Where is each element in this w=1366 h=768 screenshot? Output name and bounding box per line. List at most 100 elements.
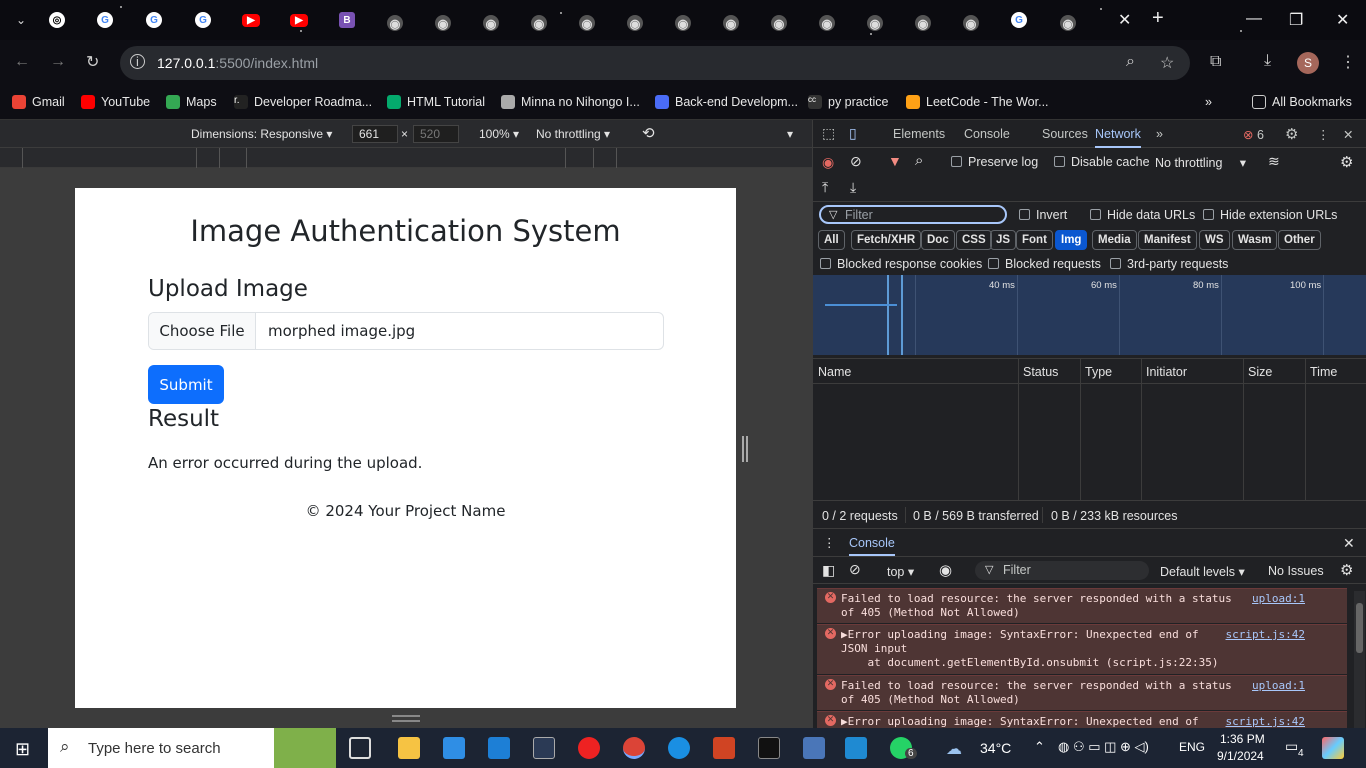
tab-youtube-1[interactable]: ▶	[240, 9, 262, 31]
type-font[interactable]: Font	[1016, 230, 1053, 250]
download-har-icon[interactable]: ⤓	[850, 179, 856, 196]
tab-elements[interactable]: Elements	[893, 127, 945, 141]
download-icon[interactable]: ⤓	[1264, 52, 1271, 70]
hide-extension-urls-checkbox[interactable]: Hide extension URLs	[1203, 208, 1337, 222]
more-tabs-icon[interactable]: »	[1156, 127, 1163, 141]
type-wasm[interactable]: Wasm	[1232, 230, 1278, 250]
tab-bootstrap[interactable]: B	[336, 9, 358, 31]
tab-google-2[interactable]: G	[143, 9, 165, 31]
tab-google-active[interactable]: G	[1008, 9, 1030, 31]
tab-github-4[interactable]: ◉	[528, 9, 550, 31]
hide-data-urls-checkbox[interactable]: Hide data URLs	[1090, 208, 1195, 222]
clock-time[interactable]: 1:36 PM	[1220, 732, 1265, 746]
taskbar-search[interactable]: ⌕ Type here to search	[48, 728, 336, 768]
type-all[interactable]: All	[818, 230, 845, 250]
console-scrollbar[interactable]	[1354, 591, 1365, 729]
invert-checkbox[interactable]: Invert	[1019, 208, 1067, 222]
inspect-icon[interactable]: ⬚	[822, 125, 835, 142]
blocked-requests-checkbox[interactable]: Blocked requests	[988, 257, 1101, 271]
tab-console[interactable]: Console	[964, 127, 1010, 141]
zoom-select[interactable]: 100% ▾	[479, 127, 519, 141]
windows-start-icon[interactable]: ⊞	[15, 739, 30, 760]
console-error-message[interactable]: ✕ Failed to load resource: the server re…	[817, 588, 1347, 623]
tab-github-2[interactable]: ◉	[432, 9, 454, 31]
tab-search-chevron-icon[interactable]: ⌄	[10, 9, 32, 31]
tab-github-9[interactable]: ◉	[768, 9, 790, 31]
tab-github-11[interactable]: ◉	[864, 9, 886, 31]
tab-google-3[interactable]: G	[192, 9, 214, 31]
address-bar[interactable]: i 127.0.0.1:5500/index.html ⌕ ☆	[120, 46, 1190, 80]
network-filter-input[interactable]: ▽ Filter	[819, 205, 1007, 224]
tab-github-12[interactable]: ◉	[912, 9, 934, 31]
console-settings-icon[interactable]: ⚙	[1340, 561, 1353, 579]
scrollbar-thumb[interactable]	[1356, 603, 1363, 653]
bookmark-html-tutorial[interactable]: HTML Tutorial	[387, 93, 485, 111]
bookmark-gmail[interactable]: Gmail	[12, 93, 65, 111]
notifications-icon[interactable]: ▭	[1285, 738, 1298, 755]
store-icon[interactable]	[443, 737, 465, 759]
network-settings-icon[interactable]: ⚙	[1340, 153, 1353, 171]
settings-gear-icon[interactable]: ⚙	[1285, 125, 1298, 143]
tab-github-6[interactable]: ◉	[624, 9, 646, 31]
col-type[interactable]: Type	[1085, 365, 1112, 379]
col-status[interactable]: Status	[1023, 365, 1058, 379]
error-counter[interactable]: ⊗ 6	[1243, 127, 1264, 142]
edge-icon[interactable]	[668, 737, 690, 759]
type-js[interactable]: JS	[990, 230, 1017, 250]
forward-icon[interactable]: →	[50, 53, 66, 71]
tab-sources[interactable]: Sources	[1042, 127, 1088, 141]
copilot-icon[interactable]	[1322, 737, 1344, 759]
bookmark-backend[interactable]: Back-end Developm...	[655, 93, 798, 111]
bookmark-star-icon[interactable]: ☆	[1160, 53, 1174, 73]
bookmark-py-practice[interactable]: cc py practice	[808, 93, 888, 111]
clock-date[interactable]: 9/1/2024	[1217, 749, 1264, 763]
back-icon[interactable]: ←	[14, 53, 30, 71]
network-overview[interactable]: 40 ms 60 ms 80 ms 100 ms	[813, 275, 1366, 355]
tab-github-10[interactable]: ◉	[816, 9, 838, 31]
height-resize-handle[interactable]	[392, 715, 420, 722]
tab-github-7[interactable]: ◉	[672, 9, 694, 31]
col-name[interactable]: Name	[818, 365, 851, 379]
tab-google-1[interactable]: G	[94, 9, 116, 31]
clear-icon[interactable]: ⊘	[850, 153, 862, 170]
error-source-link[interactable]: upload:1	[1252, 592, 1305, 606]
col-initiator[interactable]: Initiator	[1146, 365, 1187, 379]
tab-chatgpt[interactable]: ◎	[46, 9, 68, 31]
tab-github-13[interactable]: ◉	[960, 9, 982, 31]
powerpoint-icon[interactable]	[713, 737, 735, 759]
device-options-icon[interactable]: ▾	[787, 127, 793, 141]
console-filter-input[interactable]: ▽ Filter	[975, 561, 1149, 580]
console-error-message[interactable]: ✕ ▶Error uploading image: SyntaxError: U…	[817, 711, 1347, 729]
devtools-menu-icon[interactable]: ⋮	[1317, 127, 1330, 142]
more-bookmarks-icon[interactable]: »	[1205, 93, 1212, 111]
col-time[interactable]: Time	[1310, 365, 1337, 379]
bookmark-youtube[interactable]: YouTube	[81, 93, 150, 111]
app-icon[interactable]	[803, 737, 825, 759]
submit-button[interactable]: Submit	[148, 365, 224, 404]
minimize-icon[interactable]: —	[1246, 10, 1262, 28]
disable-cache-checkbox[interactable]: Disable cache	[1054, 155, 1150, 169]
blocked-cookies-checkbox[interactable]: Blocked response cookies	[820, 257, 982, 271]
error-source-link[interactable]: upload:1	[1252, 679, 1305, 693]
type-fetch-xhr[interactable]: Fetch/XHR	[851, 230, 922, 250]
tab-github-3[interactable]: ◉	[480, 9, 502, 31]
terminal-icon[interactable]	[758, 737, 780, 759]
bookmark-roadmap[interactable]: r. Developer Roadma...	[234, 93, 372, 111]
tab-github-5[interactable]: ◉	[576, 9, 598, 31]
file-explorer-icon[interactable]	[398, 737, 420, 759]
error-source-link[interactable]: script.js:42	[1226, 715, 1305, 729]
network-conditions-icon[interactable]: ≋	[1268, 153, 1280, 170]
tab-github-8[interactable]: ◉	[720, 9, 742, 31]
throttling-select[interactable]: No throttling ▾	[536, 127, 610, 141]
drawer-menu-icon[interactable]: ⋮	[823, 535, 836, 550]
file-input[interactable]: Choose File morphed image.jpg	[148, 312, 664, 350]
console-error-message[interactable]: ✕ Failed to load resource: the server re…	[817, 675, 1347, 710]
network-throttling-select[interactable]: No throttling ▾	[1155, 155, 1246, 170]
close-devtools-icon[interactable]: ✕	[1343, 127, 1353, 142]
maximize-icon[interactable]: ❐	[1289, 10, 1303, 30]
temperature[interactable]: 34°C	[980, 740, 1011, 756]
issues-label[interactable]: No Issues	[1268, 564, 1324, 578]
drawer-tab-console[interactable]: Console	[849, 536, 895, 556]
zoom-icon[interactable]: ⌕	[1126, 53, 1135, 71]
console-clear-icon[interactable]: ⊘	[849, 561, 861, 578]
